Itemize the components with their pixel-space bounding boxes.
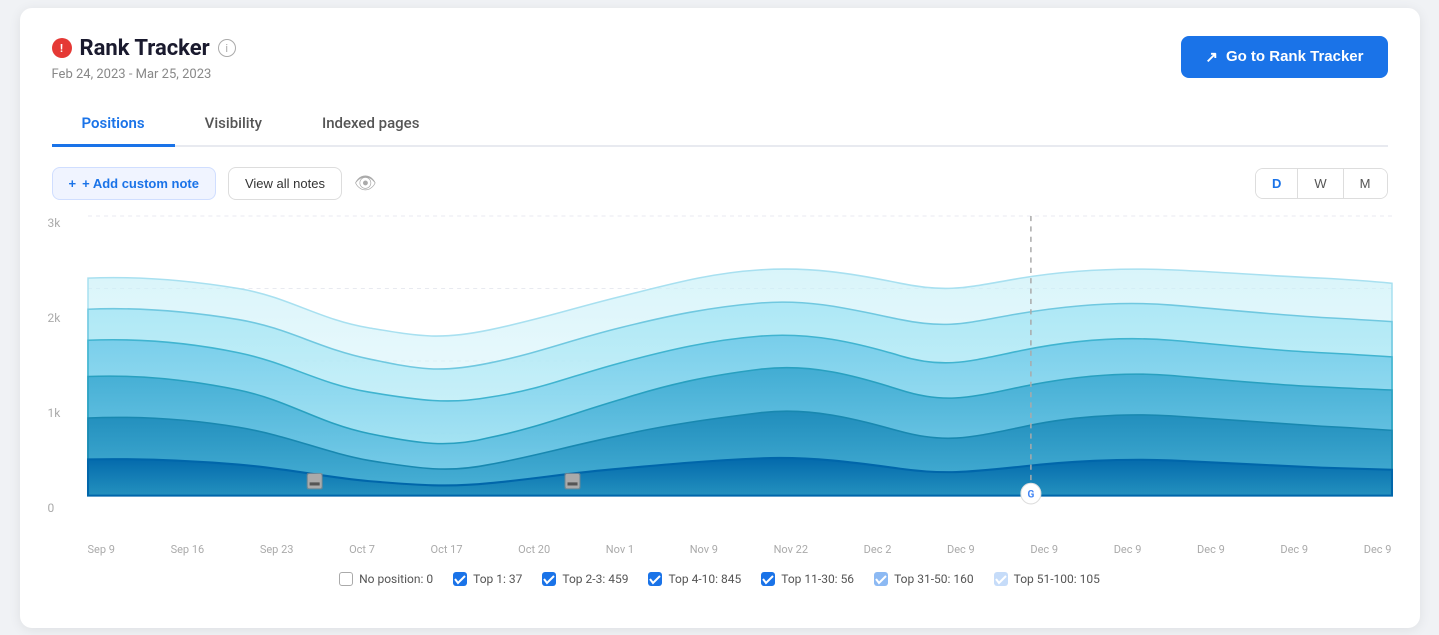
legend-label-top51-100: Top 51-100: 105	[1014, 572, 1100, 586]
legend-top11-30: Top 11-30: 56	[761, 572, 854, 586]
legend-top51-100: Top 51-100: 105	[994, 572, 1100, 586]
y-axis: 3k 2k 1k 0	[48, 216, 61, 516]
chart-area: 3k 2k 1k 0	[48, 216, 1392, 556]
x-label-nov22: Nov 22	[774, 543, 808, 556]
y-label-3k: 3k	[48, 216, 61, 230]
x-axis: Sep 9 Sep 16 Sep 23 Oct 7 Oct 17 Oct 20 …	[88, 543, 1392, 556]
legend-top4-10: Top 4-10: 845	[648, 572, 741, 586]
x-label-dec9b: Dec 9	[1030, 543, 1058, 556]
svg-text:▬: ▬	[309, 477, 320, 488]
header: ! Rank Tracker i Feb 24, 2023 - Mar 25, …	[52, 36, 1388, 82]
x-label-sep23: Sep 23	[260, 543, 294, 556]
chart-controls: + + Add custom note View all notes 👁︎ D …	[52, 167, 1388, 200]
header-left: ! Rank Tracker i Feb 24, 2023 - Mar 25, …	[52, 36, 236, 82]
time-btn-m[interactable]: M	[1344, 169, 1387, 198]
y-label-0: 0	[48, 501, 61, 515]
time-btn-d[interactable]: D	[1256, 169, 1298, 198]
x-label-sep9: Sep 9	[88, 543, 115, 556]
legend-check-top2-3	[542, 572, 556, 586]
x-label-dec2: Dec 2	[864, 543, 892, 556]
legend-color-no-position	[339, 572, 353, 586]
legend-label-top11-30: Top 11-30: 56	[781, 572, 854, 586]
x-label-dec9f: Dec 9	[1364, 543, 1392, 556]
legend-label-top2-3: Top 2-3: 459	[562, 572, 628, 586]
legend-top2-3: Top 2-3: 459	[542, 572, 628, 586]
y-label-2k: 2k	[48, 311, 61, 325]
x-label-sep16: Sep 16	[171, 543, 205, 556]
legend-label-no-position: No position: 0	[359, 572, 433, 586]
title-row: ! Rank Tracker i	[52, 36, 236, 61]
x-label-dec9d: Dec 9	[1197, 543, 1225, 556]
x-label-nov9: Nov 9	[690, 543, 718, 556]
legend-label-top4-10: Top 4-10: 845	[668, 572, 741, 586]
legend-check-top1	[453, 572, 467, 586]
main-card: ! Rank Tracker i Feb 24, 2023 - Mar 25, …	[20, 8, 1420, 628]
page-title: Rank Tracker	[80, 36, 210, 61]
tab-positions[interactable]: Positions	[52, 102, 175, 147]
chart-legend: No position: 0 Top 1: 37 Top 2-3: 459 To…	[52, 572, 1388, 586]
y-label-1k: 1k	[48, 406, 61, 420]
legend-check-top31-50	[874, 572, 888, 586]
chart-svg-container: ▬ ▬ G	[88, 216, 1392, 506]
legend-label-top1: Top 1: 37	[473, 572, 522, 586]
alert-icon: !	[52, 38, 72, 58]
tabs-nav: Positions Visibility Indexed pages	[52, 102, 1388, 147]
add-custom-note-button[interactable]: + + Add custom note	[52, 167, 216, 200]
svg-text:G: G	[1027, 489, 1034, 500]
legend-top1: Top 1: 37	[453, 572, 522, 586]
date-range: Feb 24, 2023 - Mar 25, 2023	[52, 67, 236, 82]
legend-check-top51-100	[994, 572, 1008, 586]
x-label-dec9c: Dec 9	[1114, 543, 1142, 556]
legend-check-top11-30	[761, 572, 775, 586]
legend-top31-50: Top 31-50: 160	[874, 572, 974, 586]
x-label-dec9e: Dec 9	[1280, 543, 1308, 556]
view-all-notes-button[interactable]: View all notes	[228, 167, 342, 200]
legend-check-top4-10	[648, 572, 662, 586]
x-label-dec9a: Dec 9	[947, 543, 975, 556]
x-label-oct20: Oct 20	[518, 543, 550, 556]
chart-svg: ▬ ▬ G	[88, 216, 1392, 506]
legend-no-position: No position: 0	[339, 572, 433, 586]
trend-icon: ↗	[1205, 48, 1218, 66]
x-label-oct17: Oct 17	[431, 543, 463, 556]
time-period-buttons: D W M	[1255, 168, 1388, 199]
info-icon[interactable]: i	[218, 39, 236, 57]
time-btn-w[interactable]: W	[1298, 169, 1343, 198]
tab-visibility[interactable]: Visibility	[175, 102, 292, 147]
go-to-rank-tracker-button[interactable]: ↗ Go to Rank Tracker	[1181, 36, 1387, 78]
tab-indexed-pages[interactable]: Indexed pages	[292, 102, 449, 147]
svg-text:▬: ▬	[567, 477, 578, 488]
legend-label-top31-50: Top 31-50: 160	[894, 572, 974, 586]
eye-slash-icon[interactable]: 👁︎	[354, 173, 377, 194]
x-label-oct7: Oct 7	[349, 543, 375, 556]
controls-left: + + Add custom note View all notes 👁︎	[52, 167, 377, 200]
plus-icon: +	[69, 176, 77, 191]
x-label-nov1: Nov 1	[606, 543, 634, 556]
